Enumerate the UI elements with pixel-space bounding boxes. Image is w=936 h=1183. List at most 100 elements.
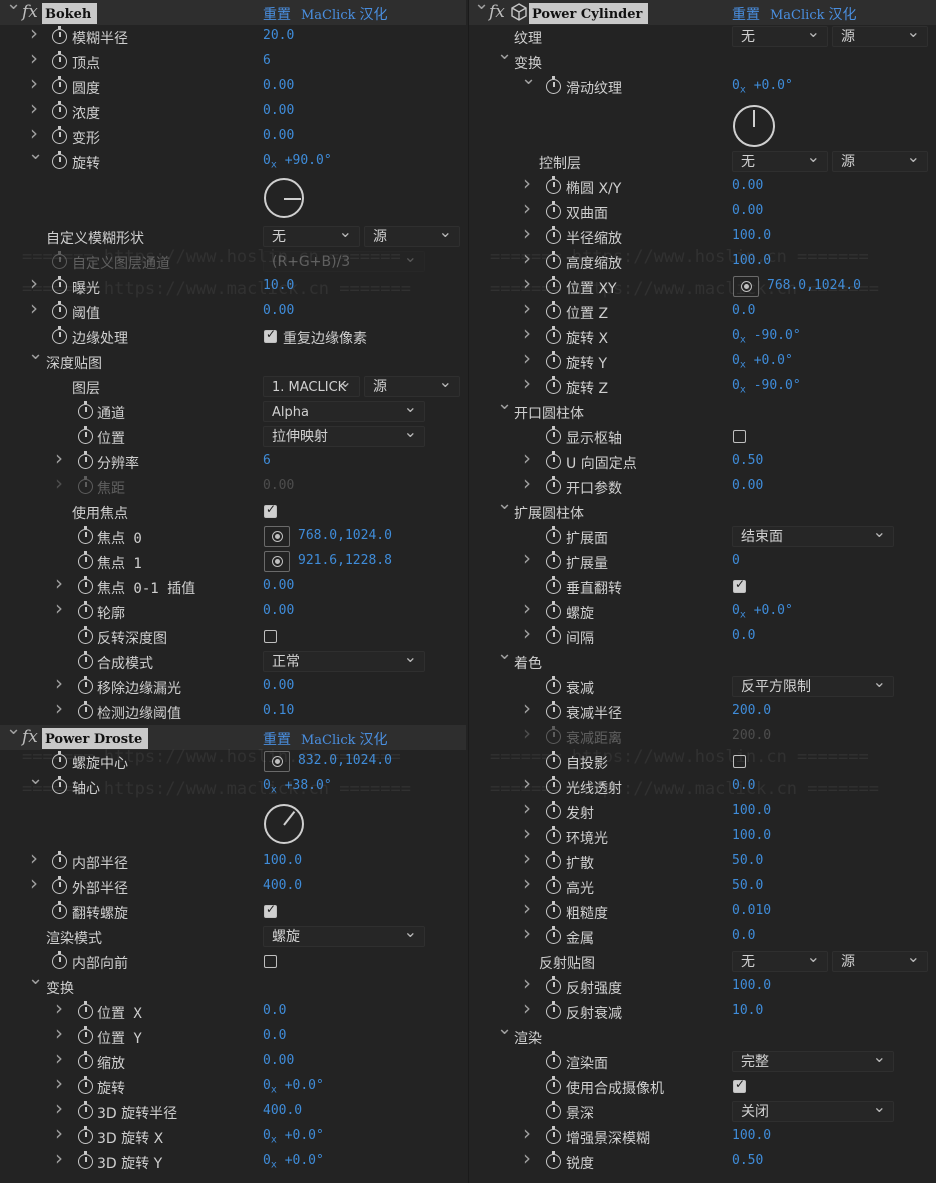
- collapse-icon[interactable]: [521, 72, 536, 88]
- param-outer-radius[interactable]: 外部半径 400.0: [0, 875, 466, 900]
- param-value[interactable]: 6: [263, 453, 271, 468]
- param-radius-scale[interactable]: 半径缩放 100.0: [469, 225, 936, 250]
- stopwatch-icon[interactable]: [52, 151, 67, 169]
- param-value[interactable]: 0.0: [732, 778, 755, 793]
- stopwatch-icon[interactable]: [546, 601, 561, 619]
- param-axis[interactable]: 轴心 0x +38.0°: [0, 772, 466, 800]
- stopwatch-icon[interactable]: [78, 676, 93, 694]
- param-value[interactable]: 0.00: [263, 303, 294, 318]
- stopwatch-icon[interactable]: [78, 601, 93, 619]
- stopwatch-icon[interactable]: [546, 476, 561, 494]
- expand-icon[interactable]: [55, 576, 63, 590]
- param-value[interactable]: 100.0: [732, 253, 771, 268]
- param-exposure[interactable]: 曝光 10.0: [0, 275, 466, 300]
- collapse-icon[interactable]: [28, 972, 43, 988]
- param-value[interactable]: 0x +0.0°: [732, 78, 793, 96]
- stopwatch-icon[interactable]: [52, 326, 67, 344]
- param-sharpness[interactable]: 锐度 0.50: [469, 1150, 936, 1175]
- stopwatch-icon[interactable]: [546, 376, 561, 394]
- param-ellipse[interactable]: 椭圆 X/Y 0.00: [469, 175, 936, 200]
- expand-icon[interactable]: [30, 851, 38, 865]
- expand-icon[interactable]: [55, 1076, 63, 1090]
- collapse-icon[interactable]: [474, 0, 489, 13]
- angle-dial[interactable]: [264, 178, 304, 218]
- param-falloff-radius[interactable]: 衰减半径 200.0: [469, 700, 936, 725]
- collapse-icon[interactable]: [28, 772, 43, 788]
- expand-icon[interactable]: [30, 76, 38, 90]
- expand-icon[interactable]: [523, 251, 531, 265]
- param-pos-y[interactable]: 位置 Y 0.0: [0, 1025, 466, 1050]
- use-focus-checkbox[interactable]: [264, 502, 277, 518]
- stopwatch-icon[interactable]: [52, 26, 67, 44]
- collapse-icon[interactable]: [6, 722, 21, 738]
- stopwatch-icon[interactable]: [78, 1051, 93, 1069]
- expand-icon[interactable]: [30, 126, 38, 140]
- param-refl-strength[interactable]: 反射强度 100.0: [469, 975, 936, 1000]
- param-value[interactable]: 50.0: [732, 853, 763, 868]
- collapse-icon[interactable]: [497, 497, 512, 513]
- expand-icon[interactable]: [30, 876, 38, 890]
- expand-icon[interactable]: [523, 176, 531, 190]
- stopwatch-icon[interactable]: [546, 326, 561, 344]
- expand-icon[interactable]: [523, 601, 531, 615]
- param-value[interactable]: 0x +38.0°: [263, 778, 332, 796]
- param-slide-texture[interactable]: 滑动纹理 0x +0.0°: [469, 72, 936, 100]
- param-spiral-center[interactable]: 螺旋中心 832.0,1024.0: [0, 750, 466, 775]
- expand-icon[interactable]: [30, 26, 38, 40]
- param-value[interactable]: 200.0: [732, 703, 771, 718]
- param-value[interactable]: 0.00: [263, 1053, 294, 1068]
- stopwatch-icon[interactable]: [52, 101, 67, 119]
- param-value[interactable]: 0.00: [263, 78, 294, 93]
- param-pos-z[interactable]: 位置 Z 0.0: [469, 300, 936, 325]
- vflip-checkbox[interactable]: [733, 577, 746, 593]
- fx-icon[interactable]: fx: [489, 2, 505, 22]
- param-edge[interactable]: 边缘处理 重复边缘像素: [0, 325, 466, 350]
- param-spiral[interactable]: 螺旋 0x +0.0°: [469, 600, 936, 625]
- stopwatch-icon[interactable]: [546, 1126, 561, 1144]
- param-transmission[interactable]: 光线透射 0.0: [469, 775, 936, 800]
- collapse-icon[interactable]: [497, 397, 512, 413]
- stopwatch-icon[interactable]: [546, 851, 561, 869]
- reset-link[interactable]: 重置: [263, 7, 291, 23]
- expand-icon[interactable]: [523, 276, 531, 290]
- param-value[interactable]: 0.00: [263, 603, 294, 618]
- param-detect-edge[interactable]: 检测边缘阈值 0.10: [0, 700, 466, 725]
- stopwatch-icon[interactable]: [546, 1076, 561, 1094]
- stopwatch-icon[interactable]: [78, 576, 93, 594]
- stopwatch-icon[interactable]: [78, 1126, 93, 1144]
- param-value[interactable]: 832.0,1024.0: [298, 753, 392, 768]
- param-value[interactable]: 100.0: [732, 1128, 771, 1143]
- param-value[interactable]: 0x -90.0°: [732, 378, 801, 396]
- expand-icon[interactable]: [523, 326, 531, 340]
- stopwatch-icon[interactable]: [52, 901, 67, 919]
- crosshair-target-icon[interactable]: [264, 551, 290, 572]
- stopwatch-icon[interactable]: [78, 651, 93, 669]
- param-value[interactable]: 0: [732, 553, 740, 568]
- self-shadow-checkbox[interactable]: [733, 755, 746, 768]
- stopwatch-icon[interactable]: [78, 1151, 93, 1169]
- expand-icon[interactable]: [55, 1026, 63, 1040]
- param-depth-position[interactable]: 位置 拉伸映射: [0, 421, 466, 450]
- edge-checkbox[interactable]: [264, 327, 277, 343]
- expand-icon[interactable]: [523, 901, 531, 915]
- param-value[interactable]: 0.00: [732, 203, 763, 218]
- collapse-icon[interactable]: [497, 647, 512, 663]
- show-axis-checkbox[interactable]: [733, 430, 746, 443]
- param-rot-y[interactable]: 旋转 Y 0x +0.0°: [469, 350, 936, 375]
- param-metal[interactable]: 金属 0.0: [469, 925, 936, 950]
- inward-checkbox[interactable]: [264, 955, 277, 968]
- expand-icon[interactable]: [55, 1001, 63, 1015]
- dof-select[interactable]: 关闭: [732, 1096, 894, 1122]
- stopwatch-icon[interactable]: [52, 751, 67, 769]
- stopwatch-icon[interactable]: [78, 551, 93, 569]
- stopwatch-icon[interactable]: [546, 701, 561, 719]
- expand-icon[interactable]: [55, 701, 63, 715]
- param-specular[interactable]: 高光 50.0: [469, 875, 936, 900]
- group-open-cylinder[interactable]: 开口圆柱体: [469, 397, 936, 425]
- stopwatch-icon[interactable]: [78, 451, 93, 469]
- param-blur-radius[interactable]: 模糊半径 20.0: [0, 25, 466, 50]
- stopwatch-icon[interactable]: [546, 876, 561, 894]
- param-value[interactable]: 0.10: [263, 703, 294, 718]
- param-render-mode[interactable]: 渲染模式 螺旋: [0, 921, 466, 950]
- render-mode-select[interactable]: 螺旋: [263, 921, 425, 947]
